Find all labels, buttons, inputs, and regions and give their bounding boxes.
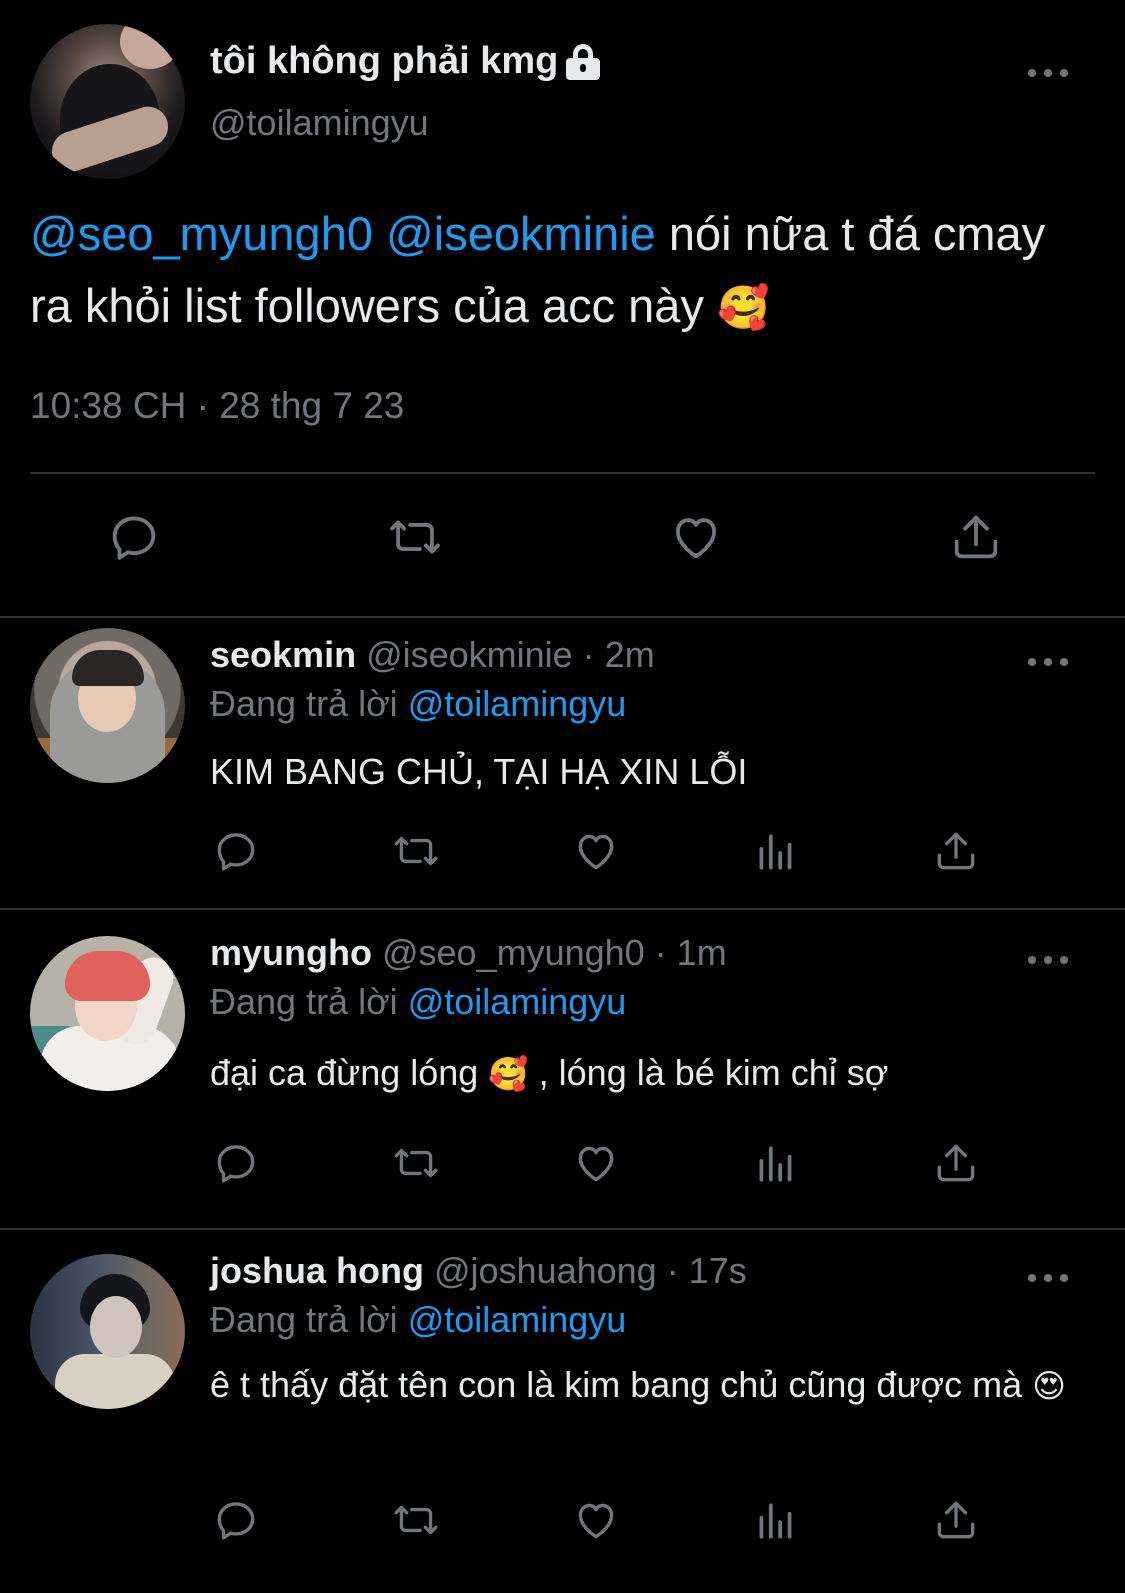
tweet-thread-page: tôi không phải kmg @toilamingyu @seo_myu… <box>0 0 1125 1593</box>
smiling-hearts-emoji: 🥰 <box>717 283 770 332</box>
more-icon[interactable] <box>1028 954 1068 966</box>
replying-prefix: Đang trả lời <box>210 683 408 724</box>
main-tweet: tôi không phải kmg @toilamingyu @seo_myu… <box>0 0 1125 618</box>
reply-icon <box>217 1145 255 1183</box>
replying-to: Đang trả lời @toilamingyu <box>210 1299 626 1341</box>
reply-tweet[interactable]: seokmin @iseokminie · 2m Đang trả lời @t… <box>0 618 1125 908</box>
views-icon <box>759 834 792 870</box>
retweet-button[interactable] <box>380 505 450 569</box>
retweet-button[interactable] <box>385 1135 447 1191</box>
retweet-button[interactable] <box>385 823 447 879</box>
views-button[interactable] <box>748 823 804 879</box>
avatar[interactable] <box>30 936 185 1091</box>
mention-link[interactable]: @toilamingyu <box>408 981 627 1022</box>
reply-text-part: , lóng là bé kim chỉ sợ <box>528 1052 889 1093</box>
reply-meta: @seo_myungh0 · 1m <box>371 932 727 973</box>
author-name-text: tôi không phải kmg <box>210 40 559 82</box>
heart-icon <box>675 518 717 559</box>
reply-button[interactable] <box>208 823 264 879</box>
share-icon <box>954 515 998 559</box>
reply-text: đại ca đừng lóng 🥰 , lóng là bé kim chỉ … <box>210 1044 1090 1103</box>
reply-icon <box>112 516 156 560</box>
reply-icon <box>217 833 255 871</box>
avatar[interactable] <box>30 24 185 179</box>
share-button[interactable] <box>928 823 984 879</box>
author-display-name[interactable]: tôi không phải kmg <box>210 40 601 83</box>
share-button[interactable] <box>928 1492 984 1548</box>
reply-header: seokmin @iseokminie · 2m <box>210 634 655 676</box>
mention-link[interactable]: @toilamingyu <box>408 1299 627 1340</box>
mention-link[interactable]: @iseokminie <box>386 207 656 260</box>
reply-meta: @iseokminie · 2m <box>356 634 655 675</box>
reply-text: ê t thấy đặt tên con là kim bang chủ cũn… <box>210 1356 1090 1415</box>
views-icon <box>759 1146 792 1182</box>
retweet-button[interactable] <box>385 1492 447 1548</box>
heart-icon <box>578 1146 614 1182</box>
retweet-icon <box>394 1505 438 1535</box>
reply-button[interactable] <box>102 505 166 569</box>
share-button[interactable] <box>928 1135 984 1191</box>
heart-icon <box>578 834 614 870</box>
heart-eyes-emoji: 😍 <box>1032 1367 1066 1405</box>
avatar[interactable] <box>30 1254 185 1409</box>
share-button[interactable] <box>944 505 1008 569</box>
retweet-icon <box>394 836 438 866</box>
lock-icon <box>566 43 601 80</box>
views-button[interactable] <box>748 1492 804 1548</box>
reply-text: KIM BANG CHỦ, TẠI HẠ XIN LỖI <box>210 751 748 792</box>
reply-author-name[interactable]: seokmin <box>210 634 356 675</box>
tweet-text: @seo_myungh0 @iseokminie nói nữa t đá cm… <box>30 198 1090 344</box>
reply-tweet[interactable]: joshua hong @joshuahong · 17s Đang trả l… <box>0 1230 1125 1593</box>
views-icon <box>759 1503 792 1539</box>
reply-meta: @joshuahong · 17s <box>423 1250 747 1291</box>
reply-author-name[interactable]: joshua hong <box>210 1250 424 1291</box>
reply-text-part: đại ca đừng lóng <box>210 1052 489 1093</box>
mention-link[interactable]: @seo_myungh0 <box>30 207 373 260</box>
reply-text-part: ê t thấy đặt tên con là kim bang chủ cũn… <box>210 1364 1033 1405</box>
like-button[interactable] <box>664 505 728 569</box>
reply-author-name[interactable]: myungho <box>210 932 372 973</box>
like-button[interactable] <box>568 1135 624 1191</box>
heart-icon <box>578 1503 614 1539</box>
more-icon[interactable] <box>1028 656 1068 668</box>
smiling-hearts-emoji: 🥰 <box>488 1055 529 1093</box>
replying-prefix: Đang trả lời <box>210 1299 408 1340</box>
reply-icon <box>217 1502 255 1540</box>
views-button[interactable] <box>748 1135 804 1191</box>
reply-button[interactable] <box>208 1135 264 1191</box>
share-icon <box>937 832 975 870</box>
reply-header: joshua hong @joshuahong · 17s <box>210 1250 747 1292</box>
tweet-timestamp[interactable]: 10:38 CH · 28 thg 7 23 <box>30 385 404 427</box>
share-icon <box>937 1144 975 1182</box>
replying-to: Đang trả lời @toilamingyu <box>210 683 626 725</box>
replying-to: Đang trả lời @toilamingyu <box>210 981 626 1023</box>
retweet-icon <box>394 1148 438 1178</box>
divider <box>30 472 1095 474</box>
reply-header: myungho @seo_myungh0 · 1m <box>210 932 727 974</box>
replying-prefix: Đang trả lời <box>210 981 408 1022</box>
reply-tweet[interactable]: myungho @seo_myungh0 · 1m Đang trả lời @… <box>0 910 1125 1228</box>
mention-link[interactable]: @toilamingyu <box>408 683 627 724</box>
like-button[interactable] <box>568 823 624 879</box>
reply-button[interactable] <box>208 1492 264 1548</box>
like-button[interactable] <box>568 1492 624 1548</box>
author-handle[interactable]: @toilamingyu <box>210 102 429 144</box>
retweet-icon <box>390 520 440 554</box>
more-icon[interactable] <box>1028 1272 1068 1284</box>
more-icon[interactable] <box>1028 67 1068 79</box>
avatar[interactable] <box>30 628 185 783</box>
share-icon <box>937 1501 975 1539</box>
